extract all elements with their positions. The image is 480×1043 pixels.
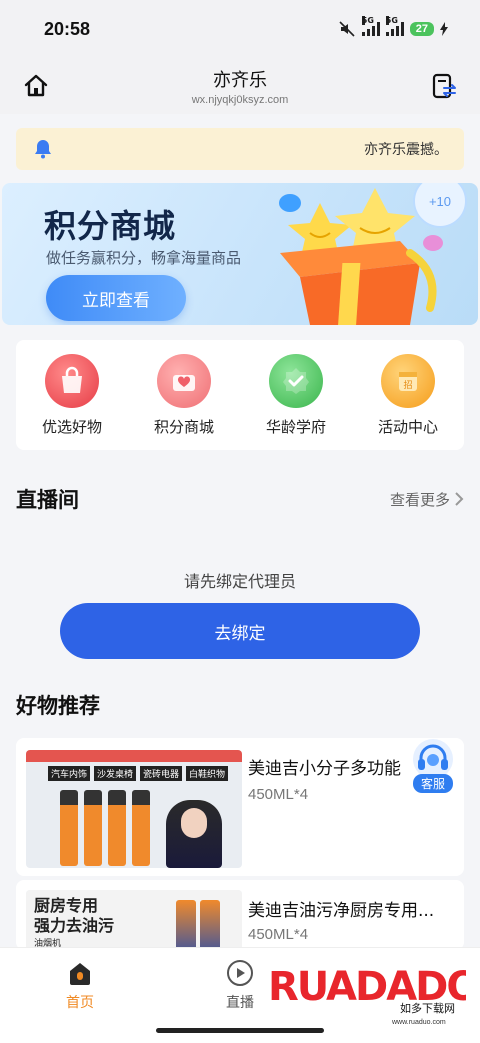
page-url: wx.njyqkj0ksyz.com <box>191 94 289 106</box>
customer-service-button[interactable]: 客服 <box>407 738 459 796</box>
notice-bar[interactable]: 亦齐乐震撼。 <box>16 128 464 170</box>
view-more-label: 查看更多 <box>389 490 450 509</box>
watermark-cn: 如多下载网 <box>400 1001 455 1015</box>
product-spec: 450ML*4 <box>248 786 309 803</box>
nav-header: 亦齐乐 wx.njyqkj0ksyz.com <box>0 58 480 114</box>
quick-item-activity[interactable]: 招 活动中心 <box>358 353 458 437</box>
product-image-text: 强力去油污 <box>34 916 115 935</box>
banner-subtitle: 做任务赢积分，畅拿海量商品 <box>46 249 242 267</box>
switch-account-button[interactable] <box>428 70 460 102</box>
product-card[interactable]: 汽车内饰 沙发桌椅 瓷砖电器 白鞋织物 美迪吉小分子多功能 450ML*4 <box>16 738 464 876</box>
product-card[interactable]: 厨房专用 强力去油污 油烟机 美迪吉油污净厨房专用... 450ML*4 <box>16 880 464 950</box>
mute-icon <box>339 21 355 37</box>
quick-label-featured: 优选好物 <box>41 417 102 436</box>
status-bar: 20:58 5G 5G 27 <box>0 0 480 58</box>
product-spec: 450ML*4 <box>248 926 309 943</box>
network-label-2: 5G <box>385 16 398 25</box>
bind-agent-hint: 请先绑定代理员 <box>183 572 296 591</box>
switch-icon <box>432 73 456 99</box>
notice-text: 亦齐乐震撼。 <box>364 142 448 158</box>
banner-title: 积分商城 <box>44 207 177 245</box>
product-name: 美迪吉油污净厨房专用... <box>248 901 435 921</box>
bind-agent-button[interactable]: 去绑定 <box>60 603 420 659</box>
customer-service-label: 客服 <box>412 774 453 793</box>
quick-label-academy: 华龄学府 <box>265 417 326 436</box>
status-time: 20:58 <box>44 18 91 39</box>
page-title: 亦齐乐 <box>212 70 267 91</box>
calendar-tag-icon: 招 <box>381 353 435 408</box>
signal-icon-1: 5G <box>361 16 380 36</box>
view-more-link[interactable]: 查看更多 <box>390 489 464 510</box>
heart-gift-icon <box>157 353 211 408</box>
quick-item-featured[interactable]: 优选好物 <box>22 353 122 437</box>
product-image: 汽车内饰 沙发桌椅 瓷砖电器 白鞋织物 <box>26 750 242 868</box>
signal-icon-2: 5G <box>385 16 404 36</box>
chevron-right-icon <box>455 492 464 506</box>
tab-home[interactable]: 首页 <box>40 958 120 1012</box>
recommend-section-title: 好物推荐 <box>16 694 100 718</box>
quick-label-activity: 活动中心 <box>377 417 438 436</box>
recommend-section-header: 好物推荐 <box>16 690 464 720</box>
view-now-button[interactable]: 立即查看 <box>46 275 186 321</box>
battery-level: 27 <box>409 22 434 36</box>
home-button[interactable] <box>20 70 52 102</box>
product-image: 厨房专用 强力去油污 油烟机 <box>26 890 242 950</box>
live-section-title: 直播间 <box>16 488 79 512</box>
spokesperson-photo <box>166 800 222 868</box>
network-label-1: 5G <box>361 16 374 25</box>
product-tag: 汽车内饰 <box>48 766 91 781</box>
product-tag: 沙发桌椅 <box>94 766 137 781</box>
home-indicator[interactable] <box>156 1028 324 1033</box>
svg-text:招: 招 <box>403 379 412 391</box>
watermark-site: www.ruaduo.com <box>391 1019 446 1026</box>
bell-icon <box>35 140 51 159</box>
check-badge-icon <box>269 353 323 408</box>
charging-icon <box>440 22 448 36</box>
shopping-bag-icon <box>45 353 99 408</box>
watermark-logo: RUADADO 如多下载网 www.ruaduo.com <box>268 964 466 1026</box>
quick-menu: 优选好物 积分商城 华龄学府 招 活动中心 <box>16 340 464 450</box>
play-circle-icon <box>227 960 253 986</box>
nav-title-block: 亦齐乐 wx.njyqkj0ksyz.com <box>192 66 289 106</box>
quick-label-points-mall: 积分商城 <box>153 417 214 436</box>
quick-item-points-mall[interactable]: 积分商城 <box>134 353 234 437</box>
gift-box-illustration: +10 <box>279 183 467 325</box>
product-tag: 白鞋织物 <box>186 766 229 781</box>
home-tab-icon <box>70 963 90 985</box>
status-icons: 5G 5G 27 <box>338 16 448 37</box>
tab-live-label: 直播 <box>226 995 254 1011</box>
quick-item-academy[interactable]: 华龄学府 <box>246 353 346 437</box>
tab-home-label: 首页 <box>66 995 94 1011</box>
live-section-header: 直播间 查看更多 <box>16 484 464 514</box>
home-icon <box>24 74 48 97</box>
points-mall-banner[interactable]: 积分商城 做任务赢积分，畅拿海量商品 立即查看 +10 <box>2 183 478 325</box>
product-tag: 瓷砖电器 <box>140 766 183 781</box>
points-badge: +10 <box>429 194 451 209</box>
